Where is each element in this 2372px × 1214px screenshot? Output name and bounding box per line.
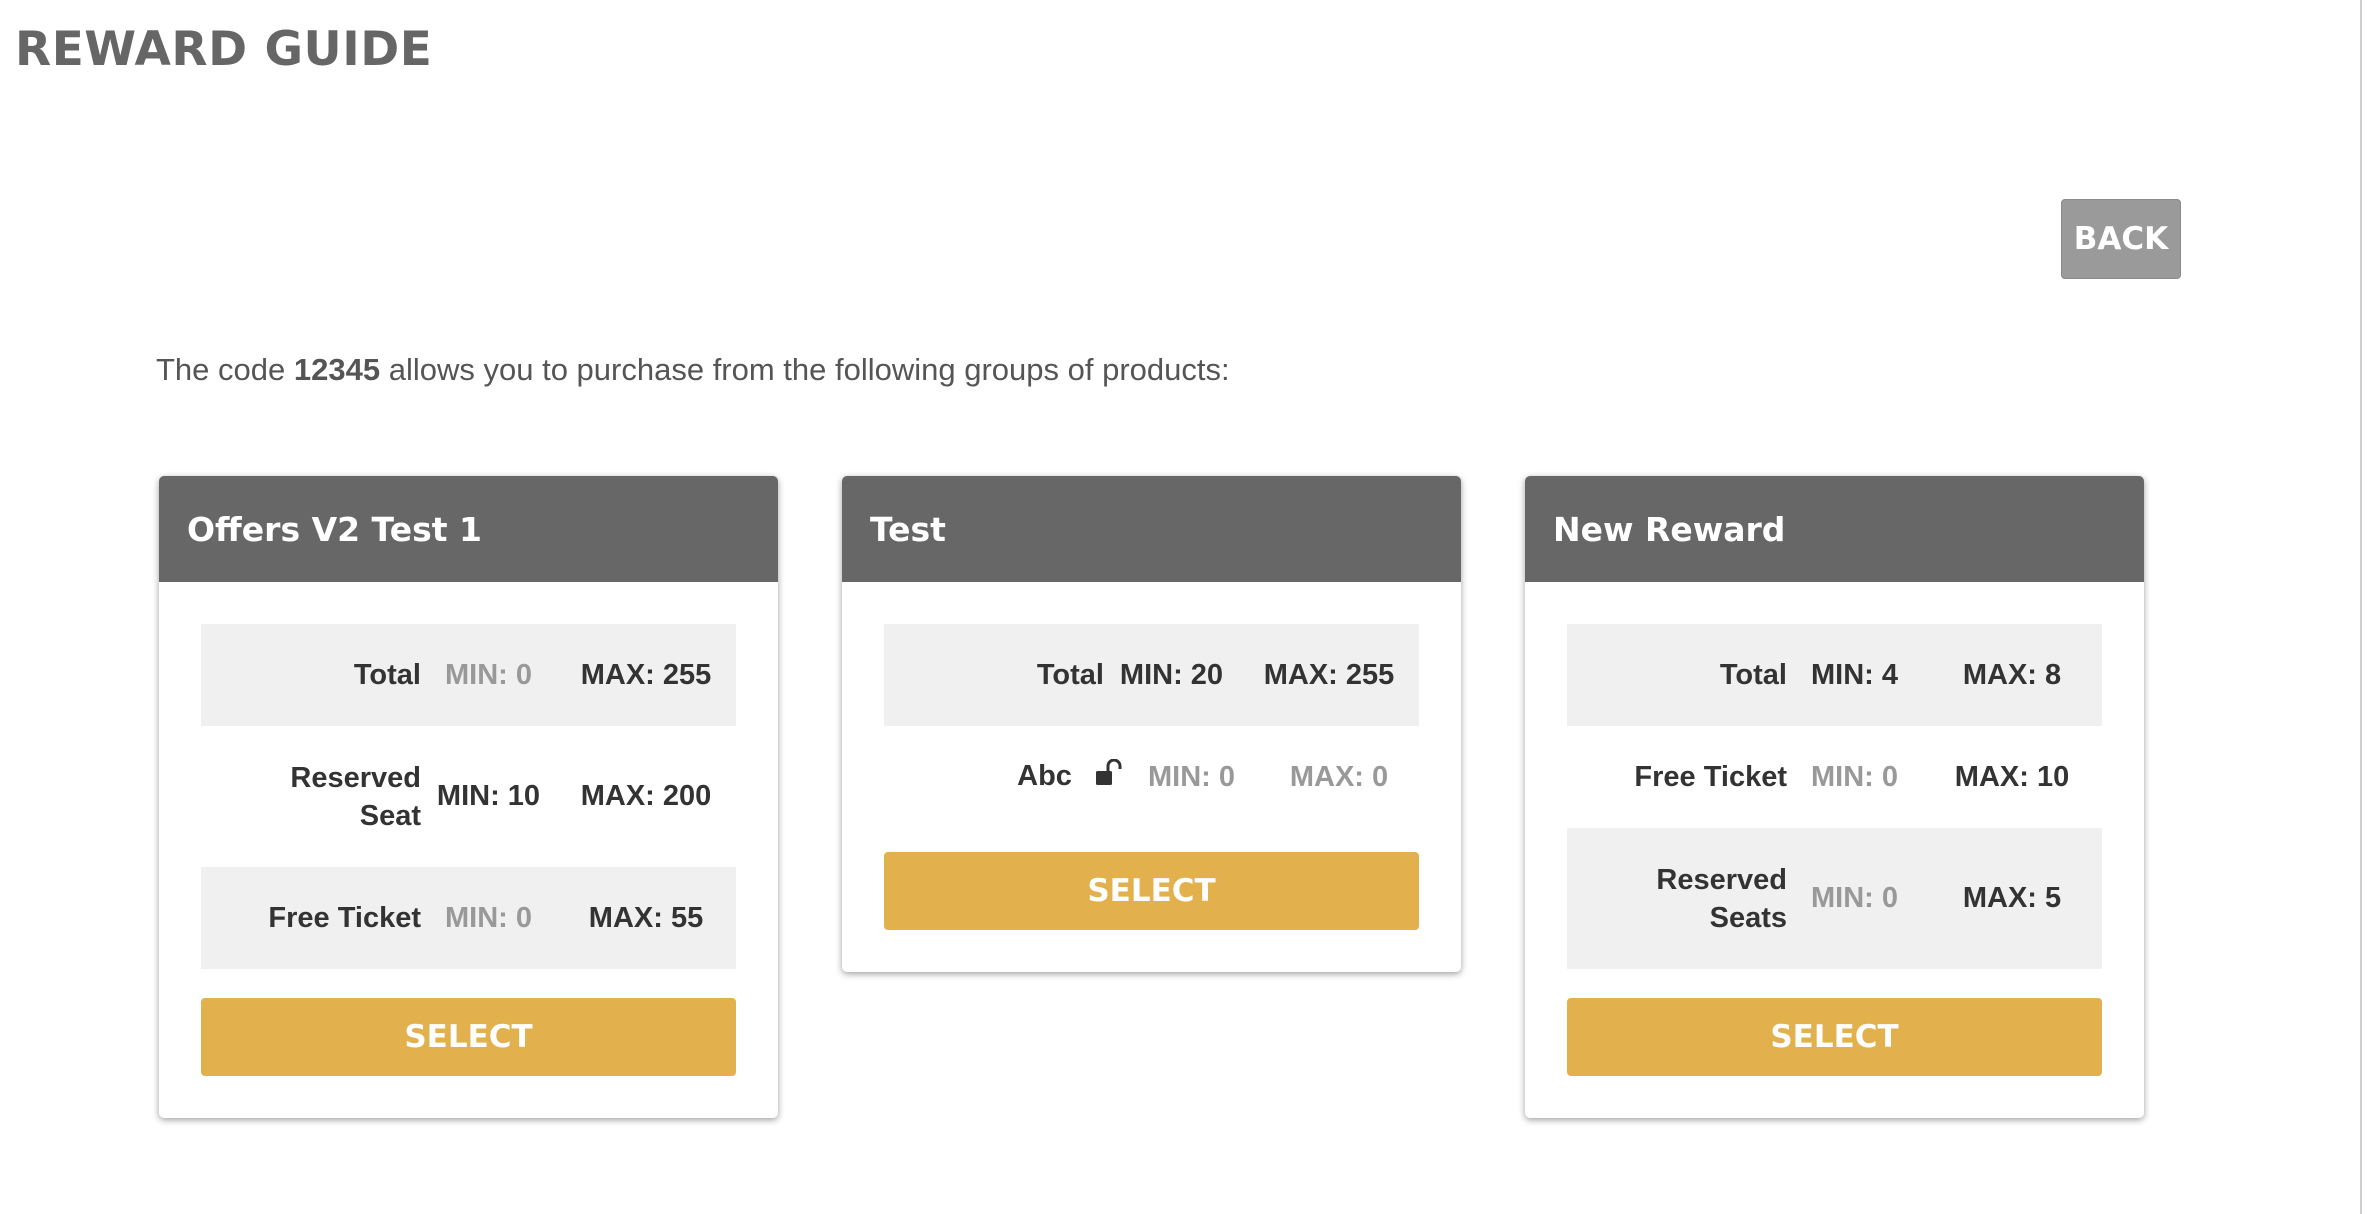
intro-prefix: The code xyxy=(156,352,286,387)
max-value: MAX: 8 xyxy=(1962,658,2062,691)
max-value: MAX: 0 xyxy=(1289,760,1389,793)
row-label: Total xyxy=(1719,659,1787,691)
intro-suffix: allows you to purchase from the followin… xyxy=(388,352,1230,387)
row-label: Total xyxy=(1036,659,1104,691)
min-value: MIN: 0 xyxy=(445,658,532,691)
scrollbar-track[interactable] xyxy=(2360,0,2362,1214)
row-label-with-icon: Abc xyxy=(884,757,1124,796)
max-value: MAX: 10 xyxy=(1954,760,2070,793)
row-label: Reserved Seat xyxy=(290,761,421,832)
limit-row: Free Ticket MIN: 0 MAX: 55 xyxy=(201,867,736,969)
reward-group-card: New Reward Total MIN: 4 MAX: 8 Free Tick… xyxy=(1525,476,2144,1118)
unlock-icon xyxy=(1094,758,1124,797)
page-title: REWARD GUIDE xyxy=(15,22,433,77)
min-value: MIN: 0 xyxy=(1811,760,1898,793)
card-title: Offers V2 Test 1 xyxy=(159,476,778,582)
limit-row: Free Ticket MIN: 0 MAX: 10 xyxy=(1567,726,2102,828)
card-body: Total MIN: 0 MAX: 255 Reserved Seat MIN:… xyxy=(159,582,778,1118)
reward-code: 12345 xyxy=(293,352,381,387)
card-body: Total MIN: 4 MAX: 8 Free Ticket MIN: 0 M… xyxy=(1525,582,2144,1118)
intro-text: The code 12345 allows you to purchase fr… xyxy=(156,352,1230,388)
select-button[interactable]: SELECT xyxy=(884,852,1419,930)
reward-group-card: Test Total MIN: 20 MAX: 255 Abc MIN: 0 M… xyxy=(842,476,1461,972)
row-label: Total xyxy=(353,659,421,691)
row-label: Free Ticket xyxy=(1634,761,1787,793)
max-value: MAX: 255 xyxy=(580,658,712,691)
min-value: MIN: 0 xyxy=(445,901,532,934)
min-value: MIN: 0 xyxy=(1811,882,1898,914)
max-value: MAX: 255 xyxy=(1263,658,1395,691)
select-button[interactable]: SELECT xyxy=(1567,998,2102,1076)
card-title: Test xyxy=(842,476,1461,582)
min-value: MIN: 0 xyxy=(1148,760,1235,793)
limit-row: Abc MIN: 0 MAX: 0 xyxy=(884,726,1419,828)
card-title: New Reward xyxy=(1525,476,2144,582)
back-button[interactable]: BACK xyxy=(2061,199,2181,279)
min-value: MIN: 4 xyxy=(1811,658,1898,691)
limit-row: Total MIN: 4 MAX: 8 xyxy=(1567,624,2102,726)
max-value: MAX: 5 xyxy=(1962,882,2062,914)
limit-row: Reserved Seat MIN: 10 MAX: 200 xyxy=(201,726,736,867)
card-body: Total MIN: 20 MAX: 255 Abc MIN: 0 MAX: 0… xyxy=(842,582,1461,972)
row-label: Reserved Seats xyxy=(1656,863,1787,934)
select-button[interactable]: SELECT xyxy=(201,998,736,1076)
max-value: MAX: 55 xyxy=(588,901,704,934)
limit-row: Reserved Seats MIN: 0 MAX: 5 xyxy=(1567,828,2102,969)
min-value: MIN: 20 xyxy=(1119,658,1224,691)
row-label: Free Ticket xyxy=(268,902,421,934)
min-value: MIN: 10 xyxy=(436,780,541,812)
limit-row: Total MIN: 0 MAX: 255 xyxy=(201,624,736,726)
row-label: Abc xyxy=(1017,760,1072,793)
max-value: MAX: 200 xyxy=(580,780,712,812)
limit-row: Total MIN: 20 MAX: 255 xyxy=(884,624,1419,726)
reward-group-card: Offers V2 Test 1 Total MIN: 0 MAX: 255 R… xyxy=(159,476,778,1118)
